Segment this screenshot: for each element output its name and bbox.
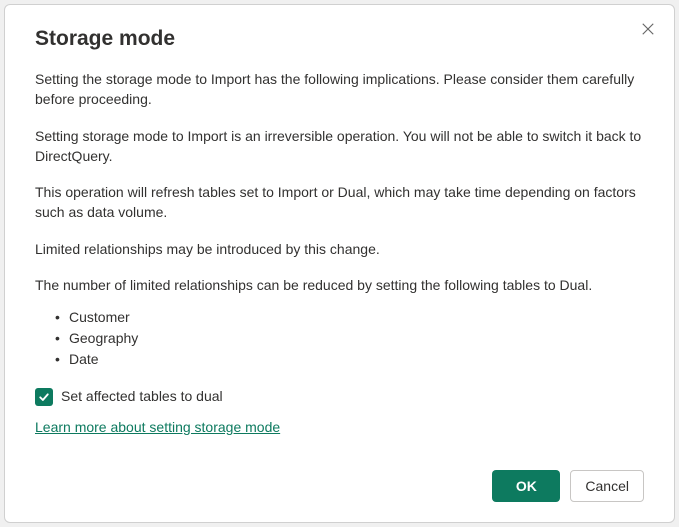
list-item: Customer (55, 307, 644, 328)
dialog-footer: OK Cancel (35, 470, 644, 502)
paragraph-intro: Setting the storage mode to Import has t… (35, 69, 644, 110)
paragraph-limited-rel: Limited relationships may be introduced … (35, 239, 644, 259)
paragraph-dual-suggest: The number of limited relationships can … (35, 275, 644, 295)
list-item: Geography (55, 328, 644, 349)
checkmark-icon (38, 391, 50, 403)
dialog-body: Setting the storage mode to Import has t… (35, 69, 644, 450)
set-dual-checkbox-label: Set affected tables to dual (61, 386, 223, 406)
dual-tables-list: Customer Geography Date (55, 307, 644, 370)
cancel-button[interactable]: Cancel (570, 470, 644, 502)
set-dual-checkbox[interactable] (35, 388, 53, 406)
list-item: Date (55, 349, 644, 370)
paragraph-irreversible: Setting storage mode to Import is an irr… (35, 126, 644, 167)
storage-mode-dialog: Storage mode Setting the storage mode to… (4, 4, 675, 523)
dialog-title: Storage mode (35, 27, 644, 51)
set-dual-checkbox-row: Set affected tables to dual (35, 386, 644, 406)
close-icon (641, 22, 655, 36)
close-button[interactable] (638, 19, 658, 39)
learn-more-link[interactable]: Learn more about setting storage mode (35, 419, 280, 435)
ok-button[interactable]: OK (492, 470, 560, 502)
paragraph-refresh: This operation will refresh tables set t… (35, 182, 644, 223)
